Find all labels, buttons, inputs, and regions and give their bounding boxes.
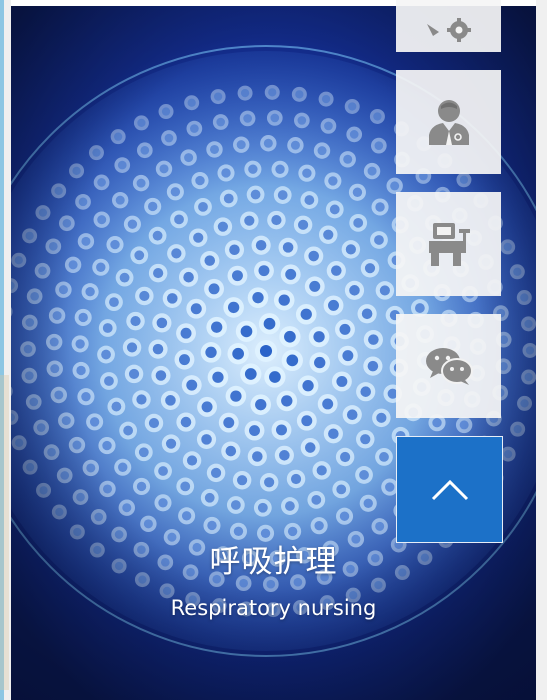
wechat-button[interactable]: [396, 314, 501, 418]
chevron-up-icon: [431, 479, 468, 500]
settings-service-button[interactable]: [396, 0, 501, 52]
wechat-icon: [425, 348, 473, 385]
right-edge-strip: [536, 0, 547, 700]
page: 呼吸护理 Respiratory nursing: [0, 0, 547, 700]
banner-title-en: Respiratory nursing: [170, 596, 377, 620]
left-edge-strip: [0, 0, 11, 700]
doctor-consult-button[interactable]: [396, 70, 501, 174]
medical-device-button[interactable]: [396, 192, 501, 296]
left-edge-accent-lower: [0, 375, 9, 690]
back-to-top-button[interactable]: [396, 436, 503, 543]
gear-service-icon: [426, 18, 471, 42]
medical-device-icon: [428, 223, 470, 266]
doctor-icon: [428, 100, 469, 145]
